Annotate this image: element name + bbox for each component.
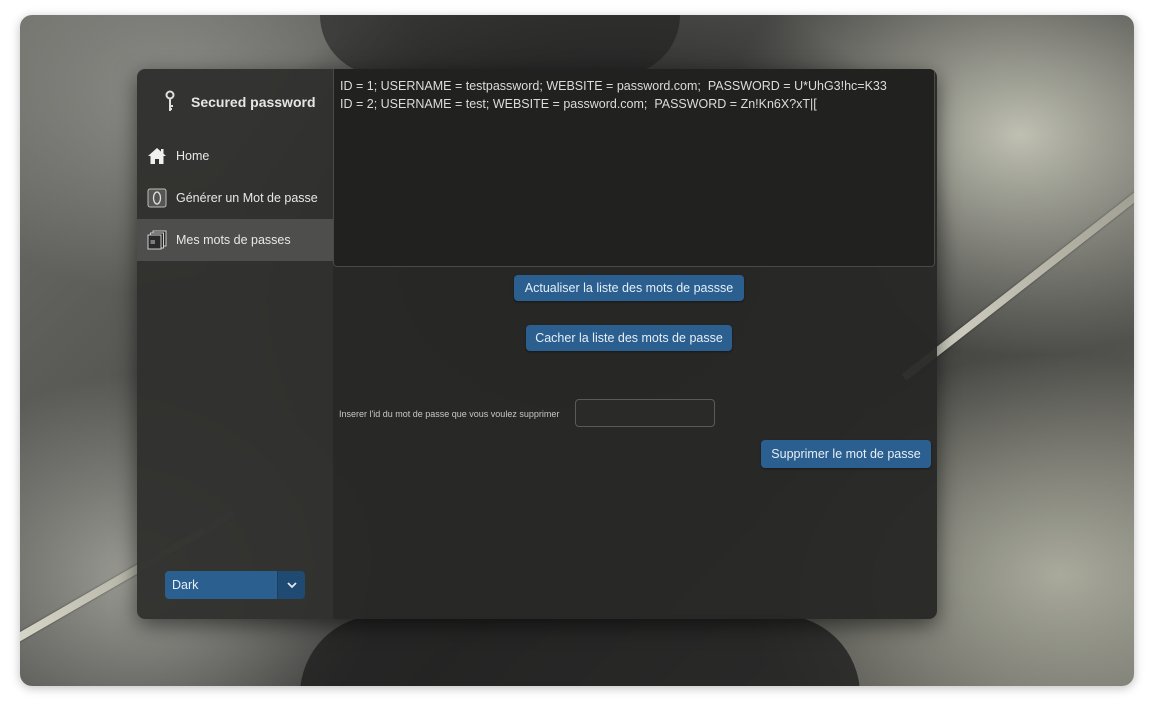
sidebar-item-generate[interactable]: Générer un Mot de passe xyxy=(137,177,333,219)
wallpaper-shape xyxy=(300,615,860,686)
home-icon xyxy=(147,146,167,166)
sidebar-item-label: Home xyxy=(176,149,210,163)
main-panel: ID = 1; USERNAME = testpassword; WEBSITE… xyxy=(333,69,937,619)
documents-icon xyxy=(147,230,167,250)
wallpaper-shape xyxy=(320,15,680,75)
sidebar-item-label: Mes mots de passes xyxy=(176,233,291,247)
hide-list-button[interactable]: Cacher la liste des mots de passe xyxy=(526,325,732,351)
sidebar: Secured password Home Générer un Mot de … xyxy=(137,69,333,619)
password-entry: ID = 2; USERNAME = test; WEBSITE = passw… xyxy=(340,97,817,111)
app-window: Secured password Home Générer un Mot de … xyxy=(137,69,937,619)
delete-id-label: Inserer l'id du mot de passe que vous vo… xyxy=(339,409,560,419)
chevron-down-icon[interactable] xyxy=(277,571,305,599)
theme-select[interactable]: Dark xyxy=(165,571,305,599)
password-list[interactable]: ID = 1; USERNAME = testpassword; WEBSITE… xyxy=(333,69,935,267)
key-icon xyxy=(161,90,179,114)
app-brand: Secured password xyxy=(137,69,333,135)
sidebar-item-label: Générer un Mot de passe xyxy=(176,191,318,205)
sidebar-item-passwords[interactable]: Mes mots de passes xyxy=(137,219,333,261)
theme-select-value: Dark xyxy=(165,571,277,599)
delete-id-input[interactable] xyxy=(575,399,715,427)
password-entry: ID = 1; USERNAME = testpassword; WEBSITE… xyxy=(340,79,887,93)
app-title: Secured password xyxy=(191,94,316,110)
refresh-list-button[interactable]: Actualiser la liste des mots de passse xyxy=(514,275,744,301)
delete-password-button[interactable]: Supprimer le mot de passe xyxy=(761,440,931,468)
sidebar-item-home[interactable]: Home xyxy=(137,135,333,177)
generate-icon xyxy=(147,188,167,208)
